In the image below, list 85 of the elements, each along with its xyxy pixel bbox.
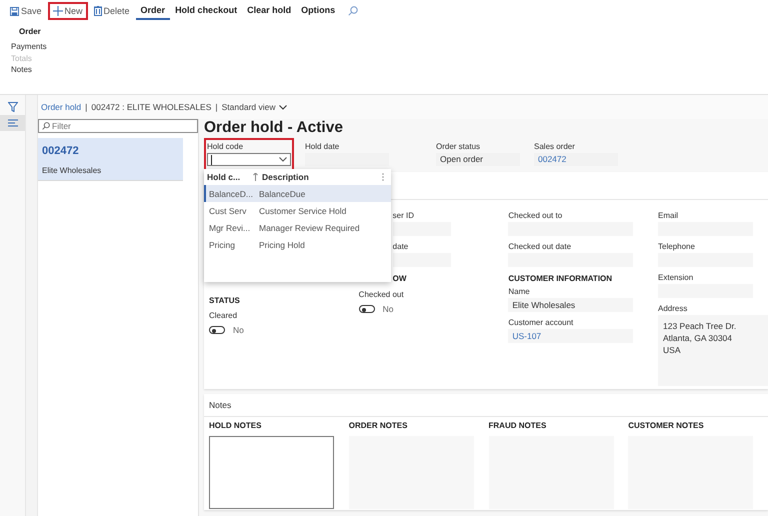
list-icon [8,119,18,127]
section-heading: HOLD NOTES [209,421,262,432]
input-field[interactable]: Open order [436,153,520,166]
dropdown-row[interactable]: BalanceD... BalanceDue [204,185,391,202]
field-label: Hold date [305,142,340,151]
toolbar-tab[interactable]: Options [296,2,340,20]
toolbar-tab[interactable]: Hold checkout [170,2,242,20]
chevron-down-icon [278,104,286,110]
input-field[interactable]: US-107 [508,329,634,343]
description-cell: Pricing Hold [259,240,305,250]
trash-icon [94,6,102,16]
toggle-value: No [233,325,244,335]
field-label: date [392,241,410,253]
dropdown-row[interactable]: Pricing Pricing Hold [204,236,391,253]
field-label: Sales order [534,142,576,151]
input-field[interactable]: Elite Wholesales [508,298,634,312]
section-heading: ORDER NOTES [348,421,408,432]
breadcrumb-record: 002472 : ELITE WHOLESALES [91,102,212,112]
field-label: Email [658,210,680,222]
record-name: Elite Wholesales [42,166,102,175]
field-label: Checked out date [508,241,572,253]
toggle-value: No [382,304,394,314]
hold-code-cell-text: Mgr Revi... [209,222,252,232]
dropdown-row[interactable]: Cust Serv Customer Service Hold [204,202,391,219]
toolbar-button[interactable]: Delete [90,2,134,20]
section-heading: STATUS [209,296,241,307]
toolbar-button[interactable]: Save [6,2,46,20]
field-label: Name [508,286,531,298]
hold-code-cell-text: Cust Serv [209,206,248,216]
filter-field[interactable]: Filter [38,119,198,133]
view-selector[interactable]: Standard view [222,102,286,112]
breadcrumb-link[interactable]: Order hold [41,102,82,112]
description-cell: BalanceDue [259,188,306,198]
address-line: USA [663,344,682,356]
section-heading: OW [392,274,408,285]
hold-code-cell-text: BalanceD... [209,188,254,198]
field-label: Telephone [658,241,696,253]
search-icon [42,122,50,130]
field-label: Cleared [209,310,238,322]
hold-code-cell-text: Pricing [209,240,236,250]
address-field[interactable]: 123 Peach Tree Dr. Atlanta, GA 30304 USA [658,315,768,386]
ribbon-item[interactable]: Notes [11,64,768,76]
input-field[interactable] [392,222,451,236]
field-label: Extension [658,272,694,284]
search-icon[interactable] [348,6,358,16]
section-heading: CUSTOMER INFORMATION [508,274,614,285]
filter-icon [8,102,18,112]
record-id: 002472 [42,145,80,157]
field-label: Address [658,303,688,315]
ribbon-item[interactable]: Payments [11,41,768,52]
chevron-down-icon [279,157,287,162]
toolbar-tab[interactable]: Order [136,2,170,20]
ribbon-group-title: Order [19,27,42,36]
breadcrumb-separator: | [215,102,218,112]
field-label: ser ID [392,210,416,222]
toolbar-tab[interactable]: Clear hold [242,2,296,20]
toggle-switch[interactable] [209,326,225,334]
save-icon [10,6,19,16]
list-button[interactable] [0,115,25,131]
list-item[interactable]: 002472 Elite Wholesales [38,138,183,181]
page-title: Order hold - Active [204,119,344,138]
description-cell: Manager Review Required [259,222,360,232]
link-field[interactable]: 002472 [534,153,618,166]
sort-up-icon [253,173,258,181]
section-heading: CUSTOMER NOTES [628,421,705,432]
notes-box[interactable] [209,436,334,509]
description-cell: Customer Service Hold [259,206,346,216]
field-label: Customer account [508,317,574,329]
field-label: Checked out [358,289,405,301]
column-header[interactable]: Description [260,172,382,182]
notes-section-title: Notes [204,394,768,417]
field-label: Checked out to [508,210,564,222]
toolbar-button[interactable]: New [48,2,88,20]
dropdown-row[interactable]: Mgr Revi... Manager Review Required [204,219,391,236]
toggle-switch[interactable] [358,305,375,313]
hold-code-combo[interactable] [207,153,291,166]
field-label: Hold code [207,142,244,151]
section-heading: FRAUD NOTES [488,421,548,432]
breadcrumb-separator: | [85,102,88,112]
column-header[interactable]: Hold c... [207,172,253,182]
address-line: Atlanta, GA 30304 [663,332,734,344]
plus-icon [52,6,63,16]
field-label: Order status [436,142,482,151]
input-field[interactable] [392,253,451,267]
address-line: 123 Peach Tree Dr. [663,320,738,332]
